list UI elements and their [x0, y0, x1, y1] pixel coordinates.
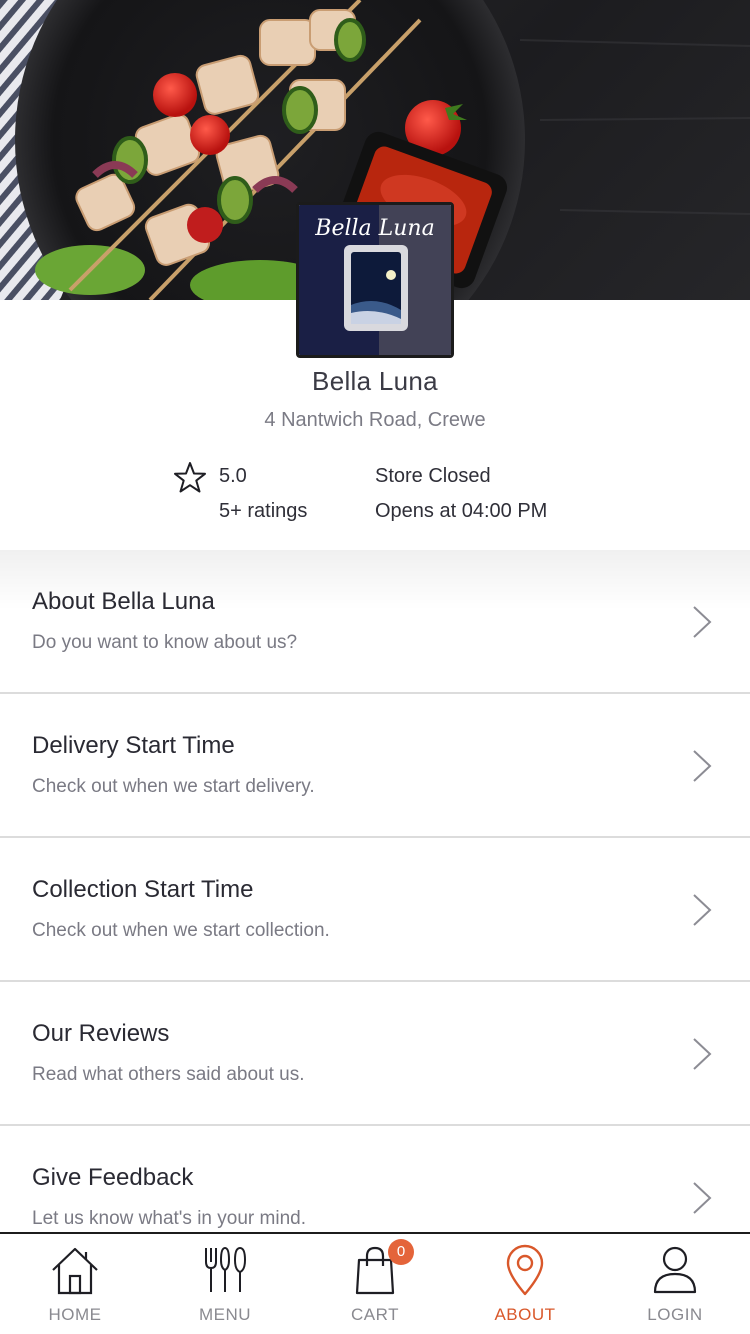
bottom-navigation-bar: HOME MENU 0 CART ABOUT LOGIN	[0, 1232, 750, 1334]
list-item-collection-start-time[interactable]: Collection Start Time Check out when we …	[0, 838, 750, 982]
list-item-subtitle: Read what others said about us.	[32, 1064, 305, 1085]
chevron-right-icon	[693, 1038, 712, 1070]
rating-count: 5+ ratings	[219, 500, 308, 522]
chevron-right-icon	[693, 750, 712, 782]
chevron-right-icon	[693, 606, 712, 638]
list-item-title: Delivery Start Time	[32, 732, 235, 759]
store-address: 4 Nantwich Road, Crewe	[264, 409, 486, 431]
list-item-subtitle: Check out when we start delivery.	[32, 776, 315, 797]
rating-value: 5.0	[219, 465, 247, 487]
nav-menu[interactable]: MENU	[150, 1234, 300, 1334]
list-item-subtitle: Check out when we start collection.	[32, 920, 330, 941]
store-logo: Bella Luna	[296, 202, 454, 358]
list-item-title: Give Feedback	[32, 1164, 194, 1191]
list-item-about[interactable]: About Bella Luna Do you want to know abo…	[0, 550, 750, 694]
cutlery-icon	[205, 1246, 247, 1292]
map-pin-icon	[506, 1244, 544, 1296]
svg-text:Bella Luna: Bella Luna	[314, 216, 434, 241]
chevron-right-icon	[693, 894, 712, 926]
nav-home[interactable]: HOME	[0, 1234, 150, 1334]
list-item-title: Collection Start Time	[32, 876, 254, 903]
nav-cart[interactable]: 0 CART	[300, 1234, 450, 1334]
nav-about[interactable]: ABOUT	[450, 1234, 600, 1334]
nav-label-login: LOGIN	[647, 1305, 703, 1324]
list-item-our-reviews[interactable]: Our Reviews Read what others said about …	[0, 982, 750, 1126]
nav-label-cart: CART	[351, 1305, 399, 1324]
store-opening-time: Opens at 04:00 PM	[375, 500, 548, 522]
list-item-title: Our Reviews	[32, 1020, 170, 1047]
nav-login[interactable]: LOGIN	[600, 1234, 750, 1334]
store-status: Store Closed	[375, 465, 491, 487]
about-page: Bella Luna Bella Luna 4 Nantwich Road, C…	[0, 0, 750, 1334]
list-item-subtitle: Do you want to know about us?	[32, 632, 298, 653]
home-icon	[52, 1247, 98, 1295]
user-icon	[653, 1246, 697, 1294]
nav-label-menu: MENU	[198, 1305, 252, 1324]
bella-luna-logo-image: Bella Luna	[299, 205, 451, 355]
nav-label-home: HOME	[48, 1305, 102, 1324]
chevron-right-icon	[693, 1182, 712, 1214]
list-item-title: About Bella Luna	[32, 588, 215, 615]
list-item-subtitle: Let us know what's in your mind.	[32, 1208, 306, 1229]
store-name: Bella Luna	[312, 366, 438, 396]
star-icon	[174, 462, 206, 493]
cart-count-badge: 0	[388, 1239, 414, 1265]
list-item-delivery-start-time[interactable]: Delivery Start Time Check out when we st…	[0, 694, 750, 838]
nav-label-about: ABOUT	[494, 1305, 556, 1324]
about-options-list: About Bella Luna Do you want to know abo…	[0, 550, 750, 1270]
